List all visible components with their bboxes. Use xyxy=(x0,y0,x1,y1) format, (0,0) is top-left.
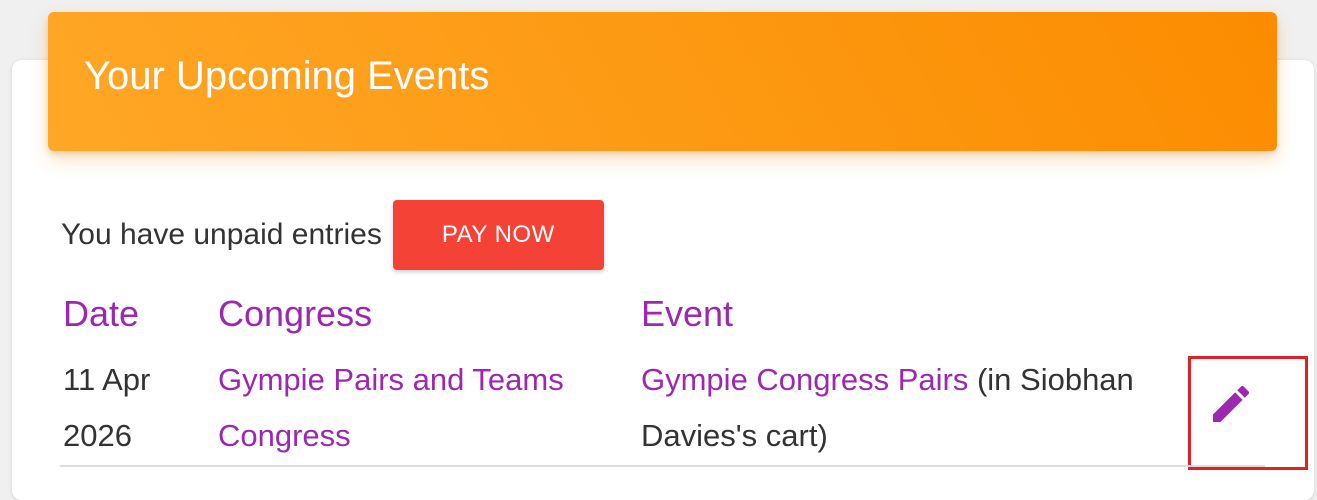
unpaid-entries-text: You have unpaid entries xyxy=(61,218,382,251)
event-cell: Gympie Congress Pairs (in Siobhan Davies… xyxy=(641,352,1134,464)
event-date-year: 2026 xyxy=(63,418,132,453)
event-link[interactable]: Gympie Congress Pairs xyxy=(641,362,968,397)
column-header-event: Event xyxy=(641,293,734,334)
event-cart-note-line2: Davies's cart) xyxy=(641,418,828,453)
event-date-day-month: 11 Apr xyxy=(63,362,151,397)
edit-entry-button[interactable] xyxy=(1207,380,1255,428)
congress-link[interactable]: Gympie Pairs and Teams Congress xyxy=(218,352,564,464)
pencil-icon xyxy=(1213,385,1250,422)
event-date: 11 Apr 2026 xyxy=(63,352,150,464)
upcoming-events-header: Your Upcoming Events xyxy=(48,12,1277,151)
row-divider xyxy=(60,465,1265,467)
congress-name-line2: Congress xyxy=(218,418,351,453)
column-header-date: Date xyxy=(63,293,140,334)
congress-name-line1: Gympie Pairs and Teams xyxy=(218,362,564,397)
event-cart-note: (in Siobhan xyxy=(968,362,1134,397)
page-title: Your Upcoming Events xyxy=(84,54,490,98)
column-header-congress: Congress xyxy=(218,293,373,334)
pay-now-button[interactable]: PAY NOW xyxy=(392,200,604,270)
unpaid-entries-notice: You have unpaid entries PAY NOW xyxy=(61,200,604,270)
